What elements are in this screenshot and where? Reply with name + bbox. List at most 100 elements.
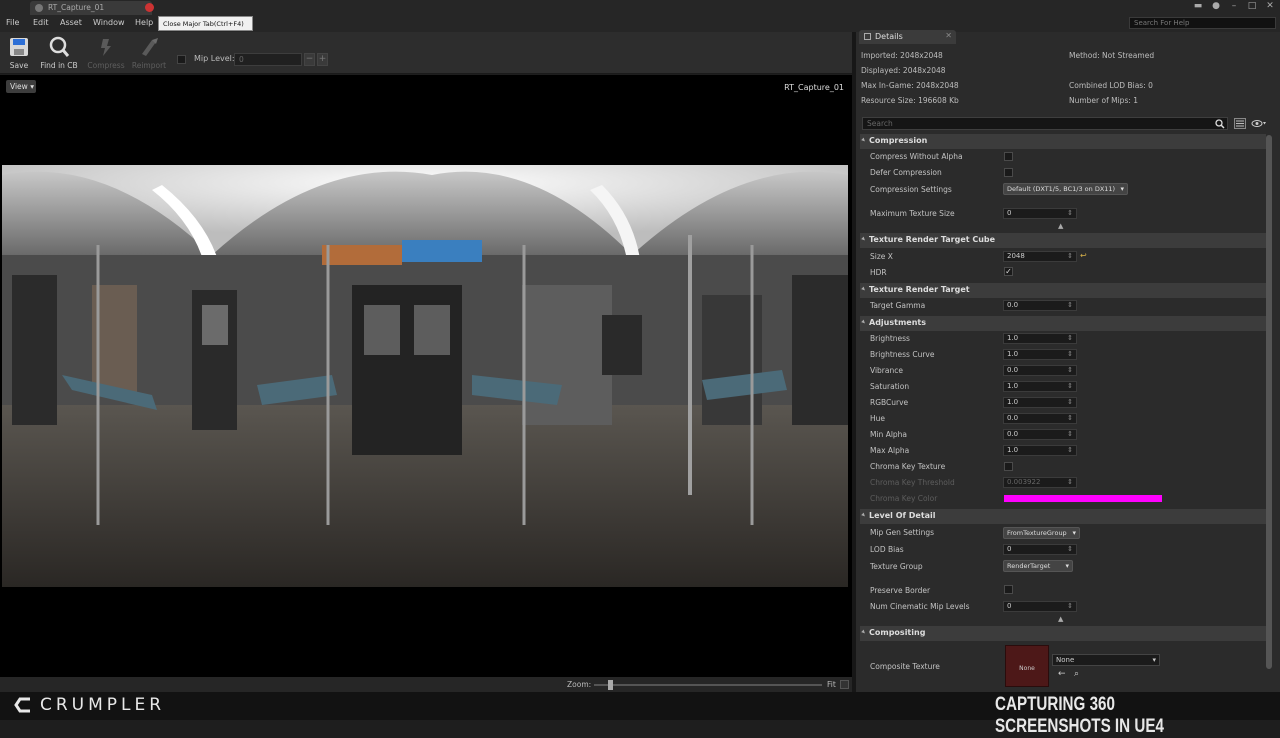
- compress-without-alpha-checkbox[interactable]: [1004, 152, 1013, 161]
- close-icon[interactable]: ✕: [1264, 1, 1276, 12]
- mip-level-checkbox[interactable]: [177, 55, 186, 64]
- view-options-eye-icon[interactable]: [1251, 118, 1267, 129]
- details-icon: [864, 33, 871, 40]
- window-controls: ▬ ● – □ ✕: [1192, 1, 1276, 12]
- details-scrollbar[interactable]: [1266, 135, 1272, 669]
- preserve-border-checkbox[interactable]: [1004, 585, 1013, 594]
- min-alpha-input[interactable]: 0.0: [1003, 429, 1077, 440]
- category-compositing[interactable]: Compositing: [860, 626, 1266, 641]
- menu-window[interactable]: Window: [93, 18, 125, 27]
- menu-edit[interactable]: Edit: [33, 18, 49, 27]
- mip-level-input[interactable]: 0: [234, 53, 302, 66]
- hue-label: Hue: [870, 414, 886, 423]
- chroma-key-texture-label: Chroma Key Texture: [870, 462, 946, 471]
- info-number-of-mips: Number of Mips: 1: [1069, 96, 1139, 105]
- reimport-icon: [142, 38, 158, 56]
- details-search-input[interactable]: Search: [862, 117, 1228, 130]
- reset-to-default-icon[interactable]: ↩: [1080, 251, 1087, 260]
- zoom-bar: Zoom: Fit: [0, 677, 852, 692]
- vibrance-input[interactable]: 0.0: [1003, 365, 1077, 376]
- crumpler-logo-icon: [14, 697, 30, 713]
- preserve-border-label: Preserve Border: [870, 586, 931, 595]
- chroma-key-threshold-input[interactable]: 0.003922: [1003, 477, 1077, 488]
- num-cinematic-mip-levels-input[interactable]: 0: [1003, 601, 1077, 612]
- find-in-cb-button[interactable]: Find in CB: [35, 34, 83, 72]
- search-icon: [1215, 119, 1225, 129]
- reimport-label: Reimport: [131, 61, 167, 70]
- reimport-button[interactable]: Reimport: [125, 34, 173, 72]
- browse-magnifier-icon[interactable]: ⌕: [1074, 669, 1079, 679]
- menu-help[interactable]: Help: [135, 18, 153, 27]
- hdr-label: HDR: [870, 268, 887, 277]
- info-resource-size: Resource Size: 196608 Kb: [861, 96, 959, 105]
- composite-texture-thumbnail[interactable]: None: [1005, 645, 1049, 687]
- notification-icon[interactable]: ▬: [1192, 1, 1204, 12]
- view-menu-button[interactable]: View ▾: [6, 80, 36, 93]
- category-compression[interactable]: Compression: [860, 134, 1266, 149]
- size-x-input[interactable]: 2048: [1003, 251, 1077, 262]
- composite-texture-dropdown[interactable]: None: [1052, 654, 1160, 666]
- category-render-target[interactable]: Texture Render Target: [860, 283, 1266, 298]
- ue-logo-icon: [35, 4, 43, 12]
- compress-label: Compress: [87, 61, 125, 70]
- details-tab-close-icon[interactable]: ✕: [945, 31, 952, 40]
- lod-advanced-expand-icon[interactable]: ▲: [1058, 615, 1063, 623]
- compression-settings-label: Compression Settings: [870, 185, 952, 194]
- compression-settings-dropdown[interactable]: Default (DXT1/5, BC1/3 on DX11): [1003, 183, 1128, 195]
- size-x-label: Size X: [870, 252, 893, 261]
- info-combined-lod-bias: Combined LOD Bias: 0: [1069, 81, 1153, 90]
- target-gamma-input[interactable]: 0.0: [1003, 300, 1077, 311]
- texture-group-dropdown[interactable]: RenderTarget: [1003, 560, 1073, 572]
- mip-minus-button[interactable]: −: [304, 53, 315, 66]
- mip-gen-settings-dropdown[interactable]: FromTextureGroup: [1003, 527, 1080, 539]
- chroma-key-color-label: Chroma Key Color: [870, 494, 938, 503]
- vibrance-label: Vibrance: [870, 366, 903, 375]
- minimize-icon[interactable]: –: [1228, 1, 1240, 12]
- hue-input[interactable]: 0.0: [1003, 413, 1077, 424]
- category-adjustments[interactable]: Adjustments: [860, 316, 1266, 331]
- advanced-expand-icon[interactable]: ▲: [1058, 222, 1063, 230]
- zoom-fit-checkbox[interactable]: [840, 680, 849, 689]
- toolbar: Save Find in CB Compress Reimport: [0, 32, 852, 74]
- brightness-curve-input[interactable]: 1.0: [1003, 349, 1077, 360]
- lod-bias-label: LOD Bias: [870, 545, 904, 554]
- defer-compression-checkbox[interactable]: [1004, 168, 1013, 177]
- lod-bias-input[interactable]: 0: [1003, 544, 1077, 555]
- composite-texture-label: Composite Texture: [870, 662, 940, 671]
- tab-close-icon[interactable]: [145, 3, 154, 12]
- source-control-icon[interactable]: ●: [1210, 1, 1222, 12]
- max-texture-size-input[interactable]: 0: [1003, 208, 1077, 219]
- details-tab[interactable]: Details ✕: [859, 30, 956, 44]
- texture-name-label: RT_Capture_01: [784, 83, 844, 92]
- info-method: Method: Not Streamed: [1069, 51, 1155, 60]
- maximize-icon[interactable]: □: [1246, 1, 1258, 12]
- category-level-of-detail[interactable]: Level Of Detail: [860, 509, 1266, 524]
- zoom-fit-label: Fit: [827, 680, 836, 689]
- rgbcurve-label: RGBCurve: [870, 398, 909, 407]
- compress-button[interactable]: Compress: [82, 34, 130, 72]
- max-alpha-input[interactable]: 1.0: [1003, 445, 1077, 456]
- chroma-key-threshold-label: Chroma Key Threshold: [870, 478, 955, 487]
- hdr-checkbox[interactable]: ✓: [1004, 267, 1013, 276]
- brightness-input[interactable]: 1.0: [1003, 333, 1077, 344]
- zoom-slider-thumb[interactable]: [608, 680, 613, 690]
- num-cinematic-mip-levels-label: Num Cinematic Mip Levels: [870, 602, 970, 611]
- save-label: Save: [9, 61, 29, 70]
- menu-asset[interactable]: Asset: [60, 18, 82, 27]
- saturation-input[interactable]: 1.0: [1003, 381, 1077, 392]
- chroma-key-texture-checkbox[interactable]: [1004, 462, 1013, 471]
- info-max-in-game: Max In-Game: 2048x2048: [861, 81, 959, 90]
- asset-tab-label: RT_Capture_01: [48, 3, 105, 12]
- compress-without-alpha-label: Compress Without Alpha: [870, 152, 963, 161]
- texture-viewport[interactable]: View ▾ RT_Capture_01: [0, 75, 852, 677]
- menu-file[interactable]: File: [6, 18, 19, 27]
- use-selected-arrow-icon[interactable]: ←: [1058, 669, 1066, 679]
- zoom-slider-track[interactable]: [594, 684, 822, 686]
- category-render-target-cube[interactable]: Texture Render Target Cube: [860, 233, 1266, 248]
- rgbcurve-input[interactable]: 1.0: [1003, 397, 1077, 408]
- help-search-input[interactable]: Search For Help: [1129, 17, 1276, 29]
- property-matrix-icon[interactable]: [1234, 118, 1246, 129]
- asset-tab[interactable]: RT_Capture_01: [30, 1, 152, 15]
- mip-plus-button[interactable]: +: [317, 53, 328, 66]
- chroma-key-color-swatch[interactable]: [1004, 495, 1162, 502]
